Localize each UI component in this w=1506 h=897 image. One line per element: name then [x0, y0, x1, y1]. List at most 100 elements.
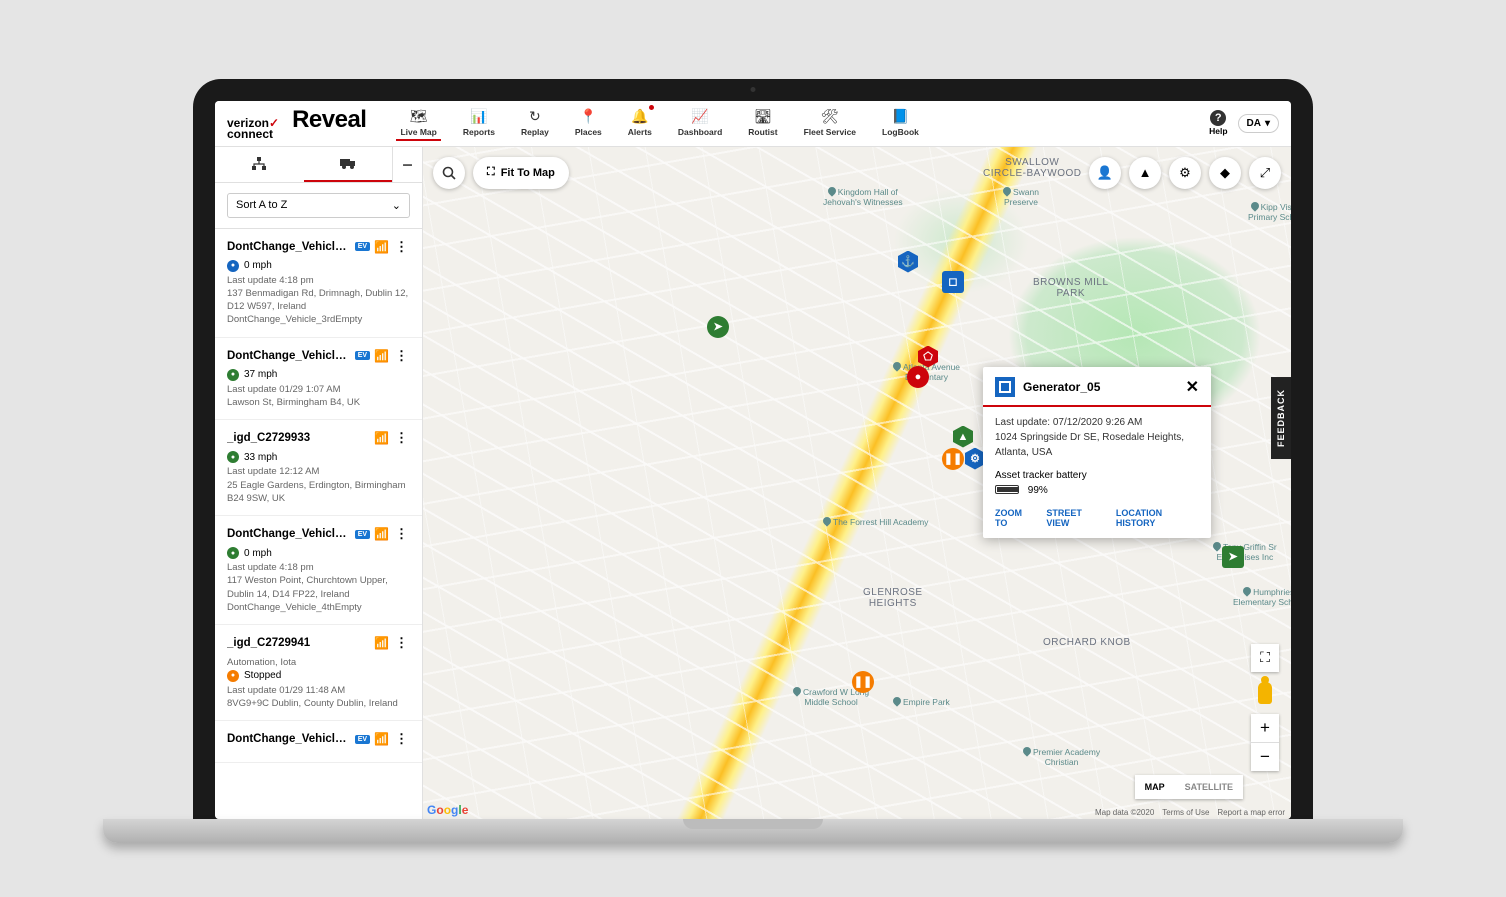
feedback-tab[interactable]: FEEDBACK — [1271, 377, 1291, 459]
vehicle-meta: 8VG9+9C Dublin, County Dublin, Ireland — [227, 697, 410, 710]
map-type-toggle: MAP SATELLITE — [1135, 775, 1243, 799]
nav-item-routist[interactable]: 🛣Routist — [744, 106, 781, 141]
map-asset-button[interactable]: ▲ — [1129, 157, 1161, 189]
sidebar-tab-vehicles[interactable] — [304, 147, 393, 182]
laptop-base — [103, 819, 1403, 843]
more-icon[interactable]: ⋮ — [393, 635, 410, 651]
nav-item-alerts[interactable]: 🔔Alerts — [624, 106, 656, 141]
nav-item-reports[interactable]: 📊Reports — [459, 106, 499, 141]
more-icon[interactable]: ⋮ — [393, 430, 410, 446]
map-marker[interactable]: ➤ — [707, 316, 729, 338]
app-screen: verizon✓ connect Reveal 🗺Live Map 📊Report… — [215, 101, 1291, 819]
vehicle-name: _igd_C2729941 — [227, 637, 370, 649]
popup-location-history[interactable]: LOCATION HISTORY — [1116, 508, 1199, 528]
brand-line2: connect — [227, 129, 279, 140]
nav-item-logbook[interactable]: 📘LogBook — [878, 106, 923, 141]
ev-badge: EV — [355, 351, 370, 360]
ev-badge: EV — [355, 735, 370, 744]
vehicle-icon — [339, 156, 357, 170]
signal-icon[interactable]: 📶 — [374, 527, 389, 541]
fit-to-map-button[interactable]: ⛶ Fit To Map — [473, 157, 569, 189]
nav-label: Fleet Service — [804, 127, 856, 137]
map-marker[interactable]: ❚❚ — [852, 671, 874, 693]
nav-label: Dashboard — [678, 127, 722, 137]
map-poi-label: Kingdom Hall ofJehovah's Witnesses — [823, 187, 903, 207]
map-expand-button[interactable]: ⤢ — [1249, 157, 1281, 189]
map-marker[interactable]: ❚❚ — [942, 448, 964, 470]
sort-dropdown[interactable]: Sort A to Z ⌄ — [227, 193, 410, 218]
zoom-in-button[interactable]: + — [1251, 714, 1279, 742]
close-icon[interactable]: ✕ — [1186, 377, 1199, 397]
map-type-satellite[interactable]: SATELLITE — [1175, 775, 1243, 799]
map-area-label: ORCHARD KNOB — [1043, 637, 1131, 648]
dashboard-icon: 📈 — [691, 108, 708, 125]
vehicle-status: Stopped — [244, 670, 281, 681]
battery-icon — [995, 485, 1019, 494]
vehicle-item[interactable]: DontChange_Vehicle_1stE...EV📶⋮ — [215, 721, 422, 763]
sidebar-tab-hierarchy[interactable] — [215, 147, 304, 182]
ev-badge: EV — [355, 530, 370, 539]
popup-address: 1024 Springside Dr SE, Rosedale Heights,… — [995, 430, 1199, 460]
fit-icon: ⛶ — [487, 166, 495, 179]
vehicle-item[interactable]: _igd_C2729941📶⋮Automation, Iota●StoppedL… — [215, 625, 422, 721]
vehicle-item[interactable]: DontChange_Vehicle_3rdE...EV📶⋮●0 mphLast… — [215, 229, 422, 338]
map-area-label: SWALLOWCIRCLE-BAYWOOD — [983, 157, 1082, 179]
map-type-map[interactable]: MAP — [1135, 775, 1175, 799]
map-sliders-button[interactable]: ⚙ — [1169, 157, 1201, 189]
more-icon[interactable]: ⋮ — [393, 348, 410, 364]
more-icon[interactable]: ⋮ — [393, 239, 410, 255]
user-menu[interactable]: DA ▾ — [1238, 114, 1279, 133]
vehicle-item[interactable]: DontChange_Vehicle_With...EV📶⋮●37 mphLas… — [215, 338, 422, 421]
expand-icon: ⤢ — [1260, 165, 1270, 181]
more-icon[interactable]: ⋮ — [393, 731, 410, 747]
nav-item-replay[interactable]: ↻Replay — [517, 106, 553, 141]
vehicle-item[interactable]: _igd_C2729933📶⋮●33 mphLast update 12:12 … — [215, 420, 422, 516]
popup-street-view[interactable]: STREET VIEW — [1046, 508, 1103, 528]
signal-icon[interactable]: 📶 — [374, 431, 389, 445]
map-search-button[interactable] — [433, 157, 465, 189]
map-layers-button[interactable]: ◆ — [1209, 157, 1241, 189]
more-icon[interactable]: ⋮ — [393, 526, 410, 542]
fullscreen-button[interactable]: ⛶ — [1251, 644, 1279, 672]
vehicle-meta: 117 Weston Point, Churchtown Upper, Dubl… — [227, 574, 410, 601]
vehicle-list[interactable]: DontChange_Vehicle_3rdE...EV📶⋮●0 mphLast… — [215, 229, 422, 819]
laptop-camera — [751, 87, 756, 92]
map-marker[interactable]: ● — [907, 366, 929, 388]
nav-item-dashboard[interactable]: 📈 Dashboard — [674, 106, 726, 141]
map[interactable]: SWALLOWCIRCLE-BAYWOODBROWNS MILLPARKGLEN… — [423, 147, 1291, 819]
status-icon: ● — [227, 451, 239, 463]
sidebar-collapse-button[interactable]: – — [392, 147, 422, 182]
signal-icon[interactable]: 📶 — [374, 732, 389, 746]
layers-icon: ◆ — [1220, 165, 1230, 181]
brand-product: Reveal — [292, 106, 366, 134]
signal-icon[interactable]: 📶 — [374, 240, 389, 254]
popup-zoom-to[interactable]: ZOOM TO — [995, 508, 1034, 528]
fleet-icon: 🛠 — [821, 108, 839, 125]
main-nav: 🗺Live Map 📊Reports ↻Replay 📍Places 🔔Alerts 📈 D… — [396, 106, 922, 141]
nav-item-places[interactable]: 📍Places — [571, 106, 606, 141]
status-icon: ● — [227, 260, 239, 272]
zoom-out-button[interactable]: − — [1251, 743, 1279, 771]
signal-icon[interactable]: 📶 — [374, 349, 389, 363]
nav-item-livemap[interactable]: 🗺Live Map — [396, 106, 440, 141]
vehicle-item[interactable]: DontChange_Vehicle_4thE...EV📶⋮●0 mphLast… — [215, 516, 422, 625]
replay-icon: ↻ — [529, 108, 541, 125]
vehicle-name: DontChange_Vehicle_4thE... — [227, 528, 351, 540]
map-poi-label: HumphriesElementary School — [1233, 587, 1291, 607]
map-people-button[interactable]: 👤 — [1089, 157, 1121, 189]
nav-item-fleet[interactable]: 🛠 Fleet Service — [800, 106, 860, 141]
triangle-icon: ▲ — [1139, 165, 1152, 180]
pegman[interactable] — [1258, 682, 1272, 704]
signal-icon[interactable]: 📶 — [374, 636, 389, 650]
help-button[interactable]: ? Help — [1209, 110, 1227, 136]
popup-battery-pct: 99% — [1028, 485, 1048, 496]
map-area-label: BROWNS MILLPARK — [1033, 277, 1109, 299]
brand-block: verizon✓ connect Reveal — [227, 106, 366, 140]
map-marker[interactable]: ➤ — [1222, 546, 1244, 568]
nav-label: Live Map — [400, 127, 436, 137]
map-marker[interactable]: ◻ — [942, 271, 964, 293]
vehicle-name: DontChange_Vehicle_With... — [227, 350, 351, 362]
vehicle-name: _igd_C2729933 — [227, 432, 370, 444]
map-poi-label: SwannPreserve — [1003, 187, 1039, 207]
nav-label: LogBook — [882, 127, 919, 137]
